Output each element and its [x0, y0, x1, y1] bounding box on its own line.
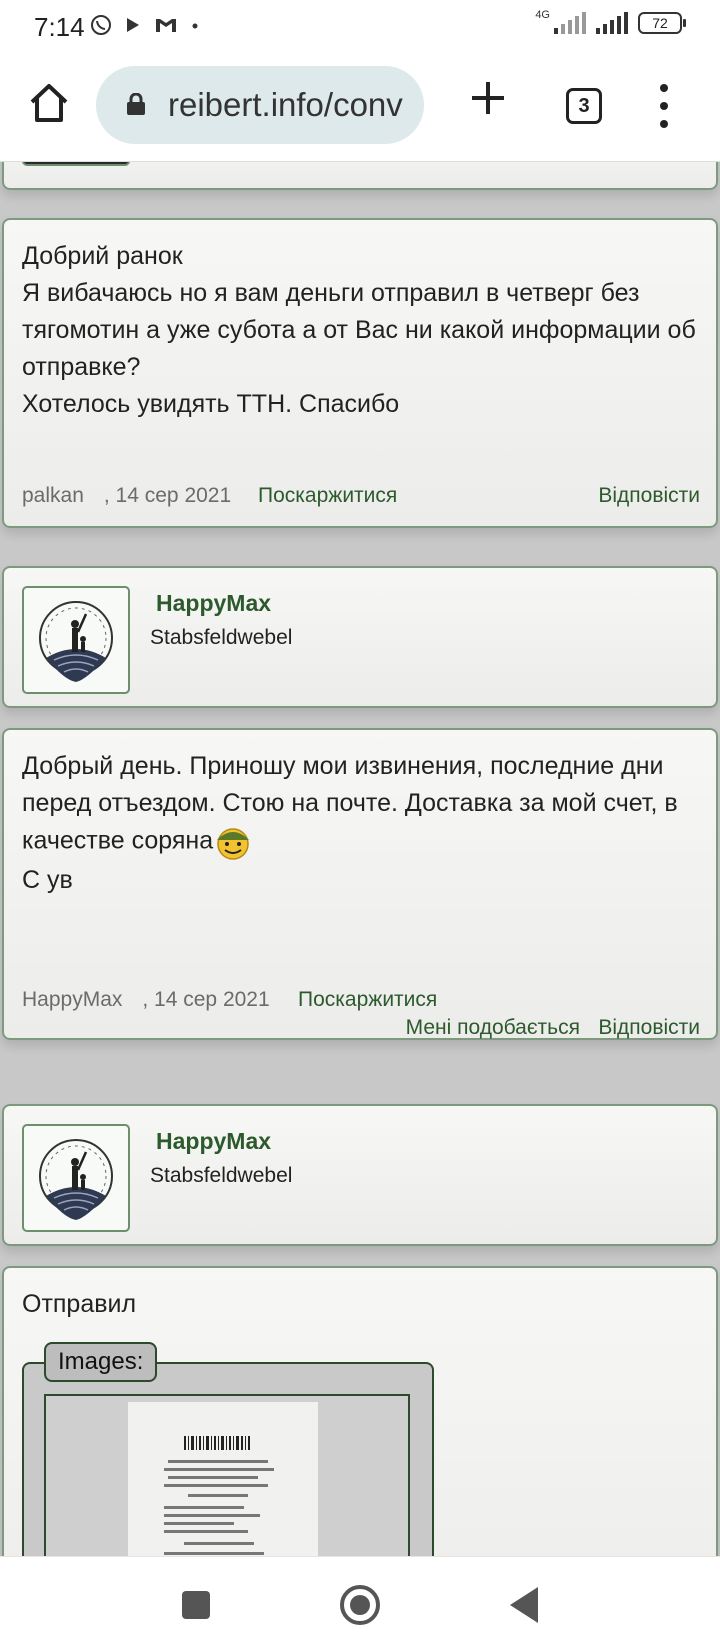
status-right: 4G 72: [535, 9, 686, 34]
message-line: Добрий ранок: [22, 242, 183, 270]
avatar[interactable]: [22, 1124, 130, 1232]
message-card: Добрый день. Приношу мои извинения, посл…: [2, 728, 718, 1040]
url-bar[interactable]: reibert.info/conv: [96, 66, 424, 144]
soldier-smiley-icon: [213, 822, 253, 862]
message-body: Отправил: [22, 1286, 700, 1323]
reply-link[interactable]: Відповісти: [598, 1016, 700, 1040]
notification-icons: [90, 14, 200, 42]
user-card: HappyMax Stabsfeldwebel: [2, 1104, 718, 1246]
message-body: Добрый день. Приношу мои извинения, посл…: [22, 748, 700, 899]
message-line-text: Добрый день. Приношу мои извинения, посл…: [22, 752, 678, 855]
prev-user-card: [2, 162, 718, 190]
like-link[interactable]: Мені подобається: [406, 1016, 580, 1040]
viber-icon: [90, 14, 112, 42]
author-link[interactable]: palkan: [22, 484, 84, 507]
tab-switcher-button[interactable]: 3: [566, 88, 602, 124]
browser-toolbar: reibert.info/conv 3: [0, 56, 720, 162]
message-line: Добрый день. Приношу мои извинения, посл…: [22, 748, 700, 862]
author-link[interactable]: HappyMax: [22, 988, 122, 1011]
network-type: 4G: [535, 9, 550, 21]
message-card: Добрий ранок Я вибачаюсь но я вам деньги…: [2, 218, 718, 528]
signal-icon-2: [596, 12, 628, 34]
play-icon: [124, 14, 142, 42]
home-button[interactable]: [340, 1585, 380, 1625]
avatar[interactable]: [22, 586, 130, 694]
message-card: Отправил Images:: [2, 1266, 718, 1556]
user-rank: Stabsfeldwebel: [150, 1164, 293, 1187]
signal-icon-1: [554, 12, 586, 34]
message-line: Отправил: [22, 1290, 137, 1318]
username-link[interactable]: HappyMax: [156, 1128, 271, 1155]
home-icon[interactable]: [28, 82, 70, 124]
back-button[interactable]: [510, 1587, 538, 1623]
overflow-menu-icon[interactable]: [650, 84, 678, 128]
status-bar: 7:14 4G 72: [0, 0, 720, 56]
message-line: С ув: [22, 866, 73, 894]
avatar[interactable]: [22, 162, 130, 166]
message-line: Хотелось увидять ТТН. Спасибо: [22, 390, 400, 418]
new-tab-button[interactable]: [466, 76, 510, 120]
message-line: Я вибачаюсь но я вам деньги отправил в ч…: [22, 279, 696, 381]
images-label: Images:: [44, 1342, 158, 1382]
message-body: Добрий ранок Я вибачаюсь но я вам деньги…: [22, 238, 700, 423]
user-rank: Stabsfeldwebel: [150, 626, 293, 649]
battery-icon: 72: [638, 12, 686, 34]
message-meta: HappyMax , 14 сер 2021: [22, 988, 270, 1012]
user-card: HappyMax Stabsfeldwebel: [2, 566, 718, 708]
conversation: Добрий ранок Я вибачаюсь но я вам деньги…: [0, 162, 720, 1556]
message-date: , 14 сер 2021: [142, 988, 270, 1011]
url-text: reibert.info/conv: [168, 86, 403, 123]
gmail-icon: [154, 14, 178, 42]
message-meta: palkan , 14 сер 2021: [22, 484, 231, 508]
images-attachment: Images:: [22, 1342, 434, 1556]
report-link[interactable]: Поскаржитися: [298, 988, 437, 1012]
recents-button[interactable]: [182, 1591, 210, 1619]
message-date: , 14 сер 2021: [103, 484, 232, 507]
report-link[interactable]: Поскаржитися: [258, 484, 397, 508]
dot-icon: [190, 14, 200, 42]
reply-link[interactable]: Відповісти: [598, 484, 700, 508]
status-time: 7:14: [34, 12, 85, 42]
receipt-image: [128, 1402, 318, 1556]
system-nav-bar: [0, 1556, 720, 1650]
attachment-thumbnail[interactable]: [44, 1394, 410, 1556]
lock-icon: [126, 92, 146, 115]
username-link[interactable]: HappyMax: [156, 590, 271, 617]
